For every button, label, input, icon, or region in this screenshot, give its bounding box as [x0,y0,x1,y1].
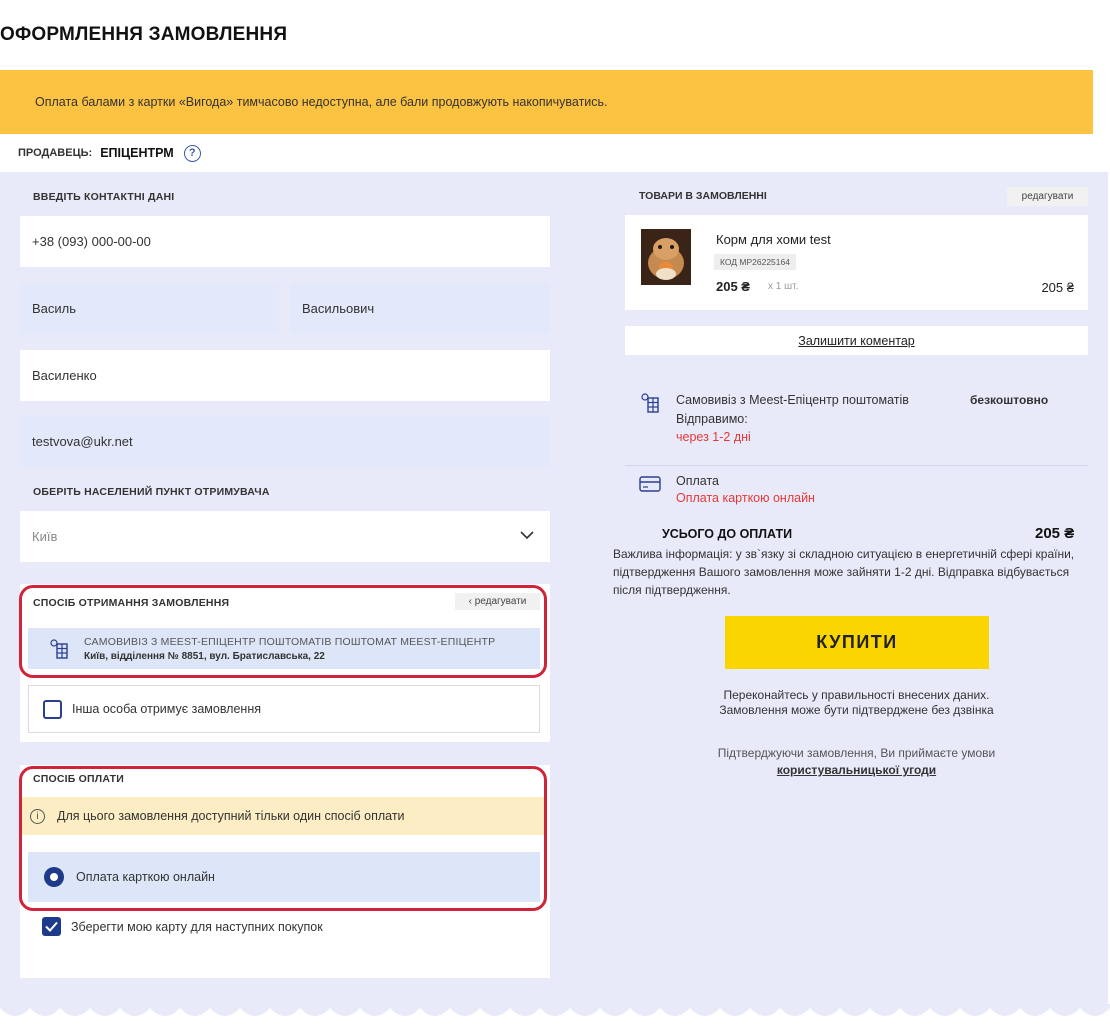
city-select[interactable]: Київ [20,511,550,562]
seller-tab[interactable]: ПРОДАВЕЦЬ: ЕПІЦЕНТРМ ? [0,134,203,172]
leave-comment-button[interactable]: Залишити коментар [625,326,1088,355]
city-label: ОБЕРІТЬ НАСЕЛЕНИЙ ПУНКТ ОТРИМУВАЧА [33,486,270,498]
help-icon[interactable]: ? [183,144,201,162]
buy-button[interactable]: КУПИТИ [725,616,989,669]
summary-divider [625,465,1088,466]
parcel-locker-icon [641,393,659,413]
agreement-note: Підтверджуючи замовлення, Ви приймаєте у… [625,745,1088,779]
shipping-title: Самовивіз з Meest-Епіцентр поштоматів [676,393,909,407]
check-note-line-2: Замовлення може бути підтверджене без дз… [719,703,994,717]
product-name[interactable]: Корм для хоми test [716,232,831,247]
save-card-checkbox[interactable]: Зберегти мою карту для наступних покупок [42,917,323,936]
order-edit-button[interactable]: редагувати [1007,187,1088,206]
ship-when-label: Відправимо: [676,412,748,426]
save-card-label: Зберегти мою карту для наступних покупок [71,919,323,934]
delivery-highlight [19,585,547,678]
notice-text: Оплата балами з картки «Вигода» тимчасов… [35,95,608,109]
phone-field[interactable]: +38 (093) 000-00-00 [20,216,550,267]
checkmark-icon[interactable] [42,917,61,936]
wave-divider [0,1004,1110,1016]
chevron-down-icon [520,531,534,540]
first-name-field[interactable]: Василь [20,283,279,334]
payment-method: Оплата карткою онлайн [676,491,815,505]
checkbox-icon[interactable] [43,699,62,719]
patronymic-field[interactable]: Васильович [290,283,550,334]
city-value: Київ [32,529,58,544]
notice-banner: Оплата балами з картки «Вигода» тимчасов… [0,70,1093,134]
ship-eta: через 1-2 дні [676,430,751,444]
payment-title: Оплата [676,474,719,488]
payment-highlight [19,766,547,911]
shipping-price: безкоштовно [970,393,1049,407]
other-person-checkbox[interactable]: Інша особа отримує замовлення [28,685,540,733]
email-field[interactable]: testvova@ukr.net [20,416,550,467]
order-items-label: ТОВАРИ В ЗАМОВЛЕННІ [639,190,767,202]
check-note-line-1: Переконайтесь у правильності внесених да… [723,688,990,702]
product-qty: х 1 шт. [768,281,799,292]
product-card: Корм для хоми test КОД MP26225164 205 ₴ … [625,215,1088,310]
product-image[interactable] [641,229,691,285]
seller-name: ЕПІЦЕНТРМ [100,146,174,160]
other-person-label: Інша особа отримує замовлення [72,702,261,716]
user-agreement-link[interactable]: користувальницької угоди [625,762,1088,779]
agreement-text: Підтверджуючи замовлення, Ви приймаєте у… [717,746,996,760]
product-price: 205 ₴ [716,279,750,294]
important-info: Важлива інформація: у зв`язку зі складно… [613,547,1075,597]
credit-card-icon [639,476,661,492]
total-label: УСЬОГО ДО ОПЛАТИ [662,527,793,541]
product-total: 205 ₴ [1041,280,1074,295]
page-title: ОФОРМЛЕННЯ ЗАМОВЛЕННЯ [0,24,288,45]
product-code: КОД MP26225164 [714,254,796,270]
last-name-field[interactable]: Василенко [20,350,550,401]
total-value: 205 ₴ [1035,525,1075,542]
check-note: Переконайтесь у правильності внесених да… [625,688,1088,718]
contacts-label: ВВЕДІТЬ КОНТАКТНІ ДАНІ [33,191,175,203]
seller-label: ПРОДАВЕЦЬ: [18,147,93,159]
